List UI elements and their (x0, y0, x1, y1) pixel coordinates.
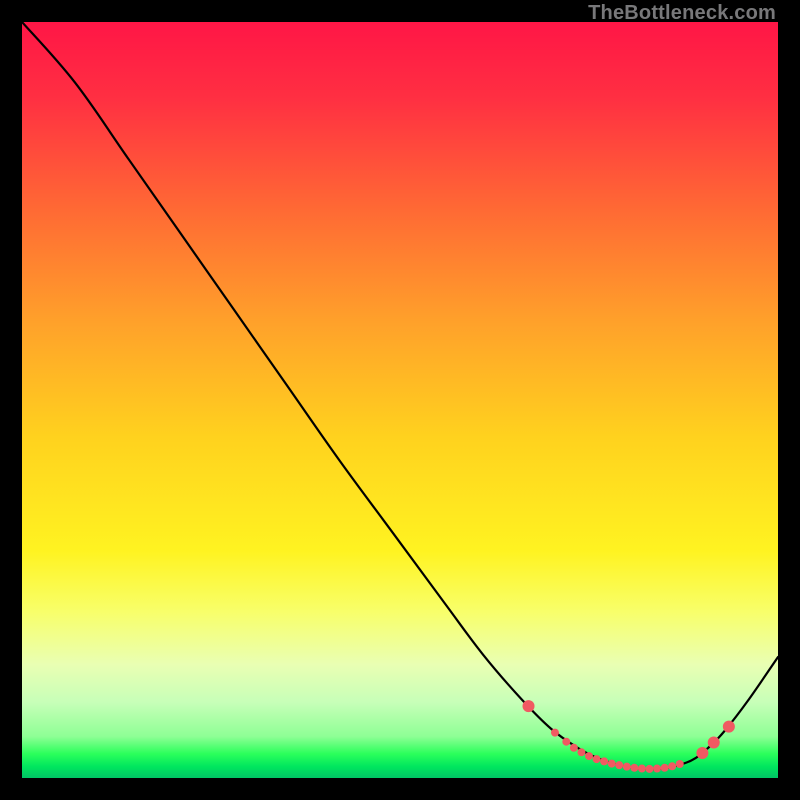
marker-dot (723, 721, 735, 733)
marker-dot (668, 762, 676, 770)
gradient-background (22, 22, 778, 778)
chart-frame (22, 22, 778, 778)
marker-dot (696, 747, 708, 759)
marker-dot (645, 765, 653, 773)
marker-dot (676, 760, 684, 768)
marker-dot (638, 765, 646, 773)
marker-dot (570, 744, 578, 752)
marker-dot (623, 763, 631, 771)
marker-dot (585, 752, 593, 760)
marker-dot (630, 764, 638, 772)
marker-dot (593, 755, 601, 763)
marker-dot (661, 764, 669, 772)
marker-dot (600, 757, 608, 765)
marker-dot (653, 765, 661, 773)
bottleneck-chart (22, 22, 778, 778)
marker-dot (577, 748, 585, 756)
marker-dot (562, 738, 570, 746)
marker-dot (608, 760, 616, 768)
marker-dot (615, 761, 623, 769)
marker-dot (708, 736, 720, 748)
marker-dot (523, 700, 535, 712)
marker-dot (551, 729, 559, 737)
